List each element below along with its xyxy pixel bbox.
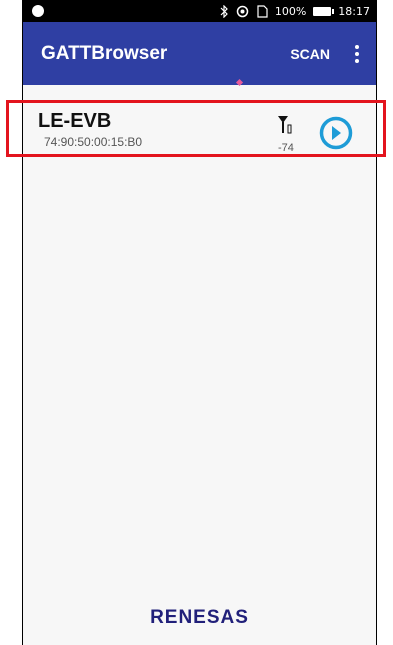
highlight-box <box>6 100 386 157</box>
status-indicators: 100% 18:17 <box>219 4 370 18</box>
bluetooth-icon <box>220 4 228 18</box>
phone-screen: 100% 18:17 GATTBrowser SCAN LE-EVB 74:90… <box>22 0 377 645</box>
app-bar: GATTBrowser SCAN <box>23 22 376 87</box>
more-options-icon[interactable] <box>350 44 364 63</box>
battery-icon <box>313 6 335 16</box>
clock-time: 18:17 <box>338 4 370 18</box>
touch-indicator-icon <box>235 78 244 87</box>
status-bar: 100% 18:17 <box>23 0 376 22</box>
logo-text: RENESAS <box>150 607 249 628</box>
storage-icon <box>257 4 268 18</box>
renesas-logo: RENESAS <box>23 607 376 629</box>
sync-icon <box>236 5 249 17</box>
scan-button[interactable]: SCAN <box>290 46 330 62</box>
notification-dot-icon <box>32 5 44 17</box>
battery-percent: 100% <box>274 4 307 18</box>
app-title: GATTBrowser <box>41 42 168 64</box>
